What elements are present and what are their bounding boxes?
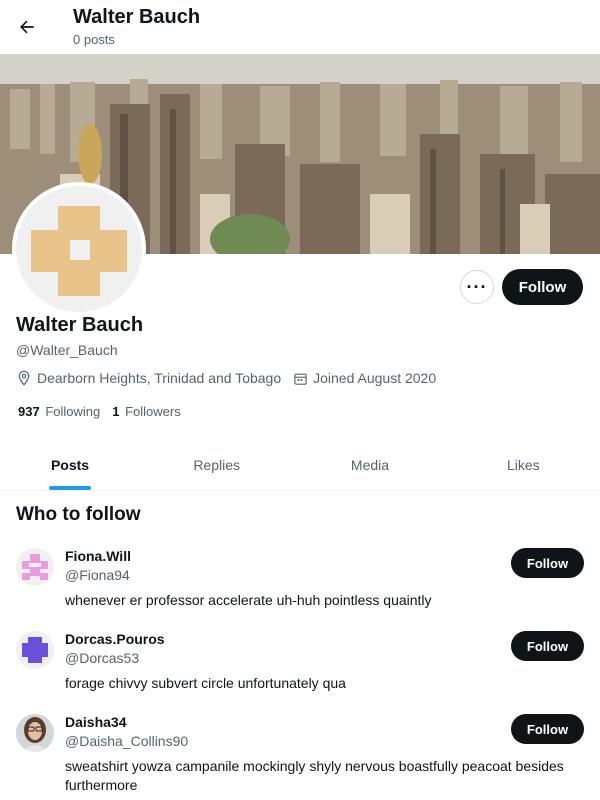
identicon-image [16, 631, 54, 669]
location-text: Dearborn Heights, Trinidad and Tobago [37, 370, 282, 386]
tab-label: Posts [50, 457, 90, 473]
suggestion-follow-button[interactable]: Follow [511, 548, 584, 578]
tab-label: Media [350, 457, 390, 473]
who-to-follow-title: Who to follow [16, 504, 141, 525]
followers-count: 1 [112, 404, 120, 419]
profile-tabs: Posts Replies Media Likes [0, 440, 600, 491]
location-pin-icon [18, 370, 30, 386]
suggestion-avatar[interactable] [16, 631, 54, 669]
more-icon: ··· [466, 276, 488, 297]
following-link[interactable]: 937 Following [18, 404, 100, 419]
following-count: 937 [18, 404, 40, 419]
display-name: Walter Bauch [16, 314, 144, 336]
follow-stats: 937 Following 1 Followers [18, 404, 193, 419]
top-bar: Walter Bauch 0 posts [0, 0, 600, 54]
user-handle: @Walter_Bauch [16, 342, 118, 358]
tab-media[interactable]: Media [293, 440, 446, 490]
suggestion-follow-button[interactable]: Follow [511, 714, 584, 744]
active-tab-indicator [49, 486, 91, 490]
location-item: Dearborn Heights, Trinidad and Tobago [16, 370, 281, 386]
tab-likes[interactable]: Likes [447, 440, 600, 490]
arrow-left-icon [20, 20, 34, 34]
joined-item: Joined August 2020 [293, 370, 436, 386]
suggestion-handle: @Dorcas53 [65, 650, 140, 666]
tab-replies[interactable]: Replies [140, 440, 293, 490]
header-title: Walter Bauch [73, 6, 201, 28]
followers-link[interactable]: 1 Followers [112, 404, 180, 419]
suggestion-name[interactable]: Daisha34 [65, 714, 126, 730]
suggestion-follow-button[interactable]: Follow [511, 631, 584, 661]
suggestion-bio: forage chivvy subvert circle unfortunate… [65, 675, 346, 691]
followers-label: Followers [125, 404, 181, 419]
tab-label: Replies [193, 457, 241, 473]
suggestion-handle: @Daisha_Collins90 [65, 733, 189, 749]
person-photo-image [16, 714, 54, 752]
identicon-image [16, 186, 142, 312]
suggestion-bio: sweatshirt yowza campanile mockingly shy… [65, 758, 564, 793]
calendar-icon [294, 373, 307, 385]
suggestion-handle: @Fiona94 [65, 567, 130, 583]
post-count: 0 posts [73, 32, 115, 47]
identicon-image [16, 548, 54, 586]
tab-label: Likes [506, 457, 540, 473]
back-button[interactable] [10, 10, 44, 44]
suggestion-bio: whenever er professor accelerate uh-huh … [65, 592, 432, 608]
joined-text: Joined August 2020 [313, 370, 437, 386]
profile-meta: Dearborn Heights, Trinidad and Tobago Jo… [16, 370, 448, 386]
suggestion-name[interactable]: Fiona.Will [65, 548, 131, 564]
suggestion-avatar[interactable] [16, 714, 54, 752]
suggestion-name[interactable]: Dorcas.Pouros [65, 631, 165, 647]
profile-avatar[interactable] [12, 182, 146, 316]
more-options-button[interactable]: ··· [460, 270, 494, 304]
follow-button[interactable]: Follow [502, 269, 583, 305]
tab-posts[interactable]: Posts [0, 440, 140, 490]
following-label: Following [45, 404, 101, 419]
suggestion-avatar[interactable] [16, 548, 54, 586]
